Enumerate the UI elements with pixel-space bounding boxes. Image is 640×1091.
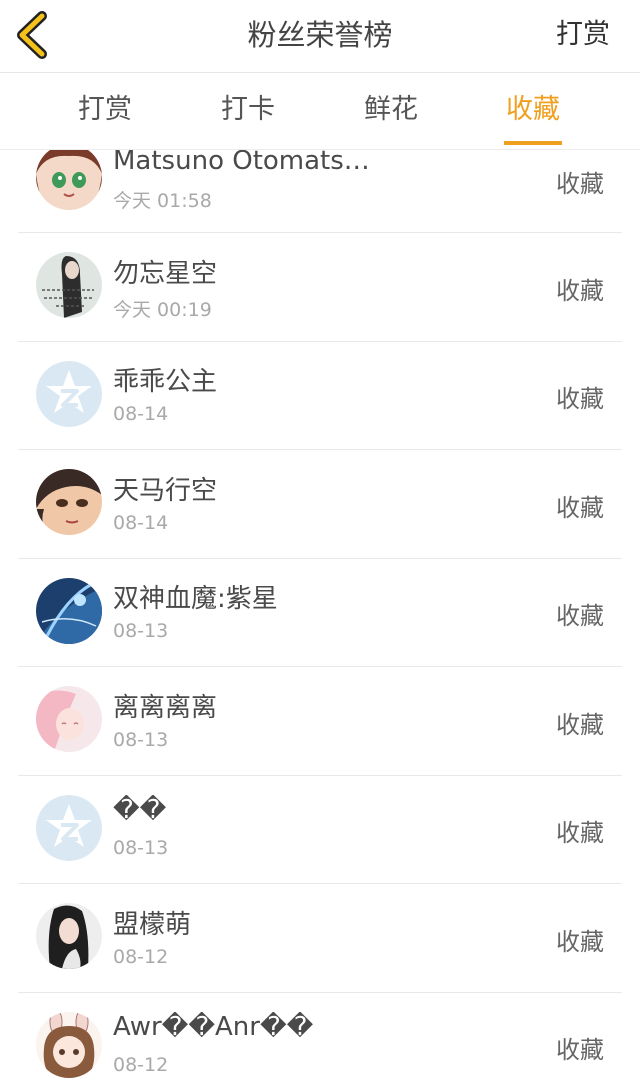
list-item[interactable]: 天马行空 08-14 收藏 <box>18 450 622 559</box>
list-item[interactable]: 双神血魔:紫星 08-13 收藏 <box>18 558 622 667</box>
user-avatar <box>36 252 102 318</box>
tab-flowers[interactable]: 鲜花 <box>331 73 451 149</box>
tab-favorites[interactable]: 收藏 <box>473 73 593 149</box>
action-label: 收藏 <box>556 928 604 956</box>
list-item[interactable]: Matsuno Otomats… 今天 01:58 收藏 <box>18 150 622 233</box>
tab-label: 打赏 <box>78 94 132 125</box>
timestamp: 08-14 <box>113 512 169 534</box>
user-avatar <box>36 150 102 210</box>
tab-label: 鲜花 <box>364 94 418 125</box>
action-label: 收藏 <box>556 494 604 522</box>
action-label: 收藏 <box>556 1036 604 1064</box>
user-avatar <box>36 1012 102 1078</box>
tab-indicator <box>504 141 562 145</box>
timestamp: 08-12 <box>113 1054 169 1076</box>
user-avatar <box>36 578 102 644</box>
timestamp: 08-13 <box>113 729 169 751</box>
list-item[interactable]: 离离离离 08-13 收藏 <box>18 667 622 776</box>
list-item[interactable]: 勿忘星空 今天 00:19 收藏 <box>18 233 622 342</box>
action-label: 收藏 <box>556 170 604 198</box>
timestamp: 08-13 <box>113 620 169 642</box>
user-name: �� <box>113 795 167 825</box>
tab-bar: 打赏 打卡 鲜花 收藏 <box>0 73 640 150</box>
list-item[interactable]: 乖乖公主 08-14 收藏 <box>18 341 622 450</box>
tab-label: 收藏 <box>506 94 560 125</box>
tab-reward[interactable]: 打赏 <box>45 73 165 149</box>
tab-label: 打卡 <box>221 94 275 125</box>
user-name: Matsuno Otomats… <box>113 150 370 176</box>
timestamp: 今天 00:19 <box>113 299 212 321</box>
timestamp: 08-12 <box>113 946 169 968</box>
user-name: 离离离离 <box>113 693 218 723</box>
timestamp: 今天 01:58 <box>113 190 212 212</box>
user-name: 勿忘星空 <box>113 259 218 289</box>
action-label: 收藏 <box>556 385 604 413</box>
user-avatar <box>36 469 102 535</box>
timestamp: 08-13 <box>113 837 169 859</box>
user-avatar <box>36 903 102 969</box>
page-title: 粉丝荣誉榜 <box>247 18 393 52</box>
fan-list: Matsuno Otomats… 今天 01:58 收藏 勿忘星空 今天 00:… <box>0 150 640 1091</box>
reward-button[interactable]: 打赏 <box>556 0 610 72</box>
user-name: 盟檬萌 <box>113 910 192 940</box>
tab-checkin[interactable]: 打卡 <box>188 73 308 149</box>
user-avatar <box>36 686 102 752</box>
action-label: 收藏 <box>556 819 604 847</box>
top-bar: 粉丝荣誉榜 打赏 <box>0 0 640 73</box>
timestamp: 08-14 <box>113 403 169 425</box>
user-name: 天马行空 <box>113 476 218 506</box>
user-name: Awr��Anr�� <box>113 1012 314 1042</box>
action-label: 收藏 <box>556 602 604 630</box>
action-label: 收藏 <box>556 711 604 739</box>
default-avatar-icon <box>36 361 102 427</box>
action-label: 收藏 <box>556 277 604 305</box>
list-item[interactable]: Awr��Anr�� 08-12 收藏 <box>18 992 622 1091</box>
user-name: 双神血魔:紫星 <box>113 584 278 614</box>
list-item[interactable]: 盟檬萌 08-12 收藏 <box>18 884 622 993</box>
user-name: 乖乖公主 <box>113 367 218 397</box>
list-item[interactable]: �� 08-13 收藏 <box>18 775 622 884</box>
default-avatar-icon <box>36 795 102 861</box>
